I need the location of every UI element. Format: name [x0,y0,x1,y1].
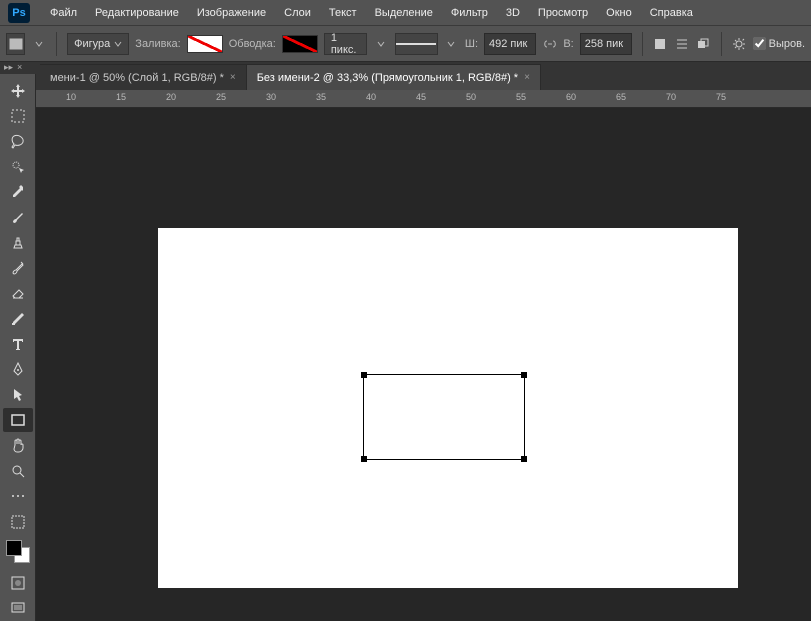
toolbox [0,74,36,621]
stroke-label: Обводка: [229,38,276,50]
divider [56,32,57,56]
fill-swatch[interactable] [187,35,223,53]
stroke-style-dropdown[interactable] [395,33,438,55]
fill-label: Заливка: [135,38,180,50]
menu-filter[interactable]: Фильтр [443,3,496,23]
gear-icon[interactable] [731,35,746,53]
tool-preset-button[interactable] [6,33,25,55]
eraser-tool[interactable] [3,282,33,305]
menu-window[interactable]: Окно [598,3,640,23]
type-tool[interactable] [3,332,33,355]
panel-collapse-tags: ▸▸ × [0,62,36,74]
path-operations-icon[interactable] [653,35,668,53]
eyedropper-tool[interactable] [3,180,33,203]
divider [642,32,643,56]
ruler-tick: 40 [366,92,376,102]
menu-help[interactable]: Справка [642,3,701,23]
tab-title: Без имени-2 @ 33,3% (Прямоугольник 1, RG… [257,72,518,84]
width-label: Ш: [465,38,478,50]
close-icon[interactable]: × [17,62,22,74]
rectangle-tool[interactable] [3,408,33,431]
ruler-tick: 35 [316,92,326,102]
path-select-tool[interactable] [3,383,33,406]
align-edges-label: Выров. [769,38,805,50]
screen-mode-tool[interactable] [3,597,33,620]
height-input[interactable] [580,33,632,55]
ruler-tick: 55 [516,92,526,102]
chevron-down-icon[interactable] [31,35,46,53]
arrange-icon[interactable] [695,35,710,53]
stroke-swatch[interactable] [282,35,318,53]
document-tab[interactable]: мени-1 @ 50% (Слой 1, RGB/8#) * × [40,64,247,90]
close-icon[interactable]: × [230,72,236,83]
ruler-tick: 25 [216,92,226,102]
ruler-tick: 30 [266,92,276,102]
menu-view[interactable]: Просмотр [530,3,596,23]
transform-handle[interactable] [521,456,527,462]
ruler-tick: 65 [616,92,626,102]
tab-title: мени-1 @ 50% (Слой 1, RGB/8#) * [50,72,224,84]
zoom-tool[interactable] [3,459,33,482]
gradient-tool[interactable] [3,307,33,330]
canvas-viewport[interactable] [36,108,811,621]
align-edges-checkbox[interactable]: Выров. [753,37,805,50]
menu-3d[interactable]: 3D [498,3,528,23]
horizontal-ruler[interactable]: 10 15 20 25 30 35 40 45 50 55 60 65 70 7… [36,90,811,108]
quick-select-tool[interactable] [3,155,33,178]
height-label: В: [563,38,573,50]
marquee-tool[interactable] [3,104,33,127]
stroke-width-dropdown[interactable]: 1 пикс. [324,33,368,55]
menu-file[interactable]: Файл [42,3,85,23]
edit-toolbar[interactable] [3,510,33,533]
ruler-tick: 75 [716,92,726,102]
app-logo: Ps [8,3,30,23]
menu-select[interactable]: Выделение [367,3,441,23]
rectangle-shape[interactable] [363,374,525,460]
menu-image[interactable]: Изображение [189,3,274,23]
close-icon[interactable]: × [524,72,530,83]
ruler-tick: 15 [116,92,126,102]
chevron-down-icon[interactable] [444,35,459,53]
document-tabs: мени-1 @ 50% (Слой 1, RGB/8#) * × Без им… [0,62,811,90]
transform-handle[interactable] [521,372,527,378]
ruler-tick: 60 [566,92,576,102]
link-icon[interactable] [542,35,557,53]
document-canvas[interactable] [158,228,738,588]
ruler-tick: 10 [66,92,76,102]
width-input[interactable] [484,33,536,55]
pen-tool[interactable] [3,358,33,381]
work-area: 10 15 20 25 30 35 40 45 50 55 60 65 70 7… [36,90,811,621]
menu-bar: Ps Файл Редактирование Изображение Слои … [0,0,811,26]
menu-type[interactable]: Текст [321,3,365,23]
clone-stamp-tool[interactable] [3,231,33,254]
more-tools[interactable] [3,485,33,508]
ruler-tick: 50 [466,92,476,102]
history-brush-tool[interactable] [3,256,33,279]
chevron-down-icon [114,40,122,48]
foreground-color-swatch[interactable] [6,540,22,556]
foreground-background-colors[interactable] [4,538,32,565]
brush-tool[interactable] [3,206,33,229]
transform-handle[interactable] [361,456,367,462]
quick-mask-tool[interactable] [3,571,33,594]
divider [721,32,722,56]
transform-handle[interactable] [361,372,367,378]
shape-mode-label: Фигура [74,38,110,50]
stroke-width-value: 1 пикс. [331,32,361,56]
options-bar: Фигура Заливка: Обводка: 1 пикс. Ш: В: В… [0,26,811,62]
menu-edit[interactable]: Редактирование [87,3,187,23]
hand-tool[interactable] [3,434,33,457]
menu-layer[interactable]: Слои [276,3,319,23]
ruler-tick: 45 [416,92,426,102]
document-tab[interactable]: Без имени-2 @ 33,3% (Прямоугольник 1, RG… [247,64,541,90]
move-tool[interactable] [3,79,33,102]
align-icon[interactable] [674,35,689,53]
collapse-icon[interactable]: ▸▸ [4,62,13,74]
chevron-down-icon[interactable] [373,35,388,53]
lasso-tool[interactable] [3,130,33,153]
shape-mode-dropdown[interactable]: Фигура [67,33,129,55]
ruler-tick: 70 [666,92,676,102]
ruler-tick: 20 [166,92,176,102]
